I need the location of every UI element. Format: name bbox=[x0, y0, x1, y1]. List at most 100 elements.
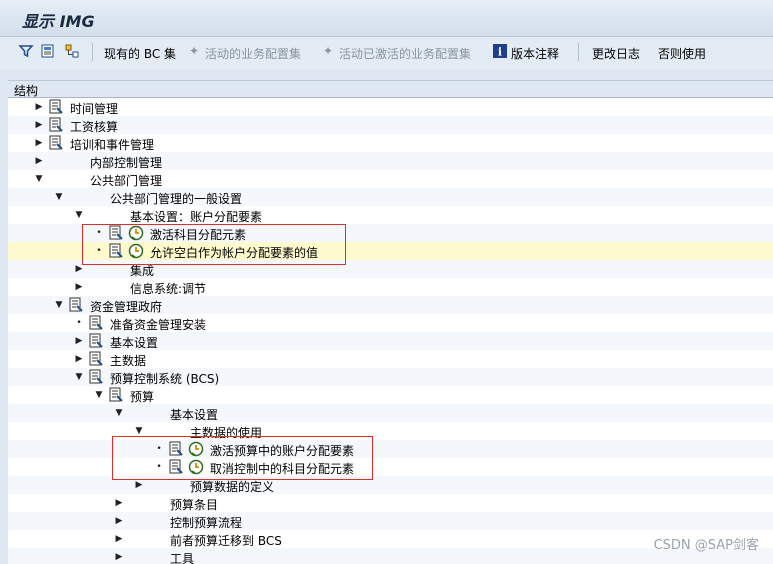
leaf-bullet-icon: • bbox=[156, 444, 162, 454]
activated-bcsets-button[interactable]: 活动已激活的业务配置集 bbox=[339, 45, 471, 62]
tree-node[interactable]: ▶ 预算数据的定义 bbox=[8, 476, 773, 494]
tree-node[interactable]: ▶ 培训和事件管理 bbox=[8, 134, 773, 152]
execute-activity-icon[interactable] bbox=[128, 225, 144, 241]
collapse-arrow-icon[interactable]: ▼ bbox=[94, 386, 104, 404]
tree-node-label[interactable]: 基本设置：账户分配要素 bbox=[130, 208, 262, 225]
usage-button[interactable]: 否则使用 bbox=[658, 45, 706, 62]
collapse-arrow-icon[interactable]: ▼ bbox=[114, 404, 124, 422]
expand-arrow-icon[interactable]: ▶ bbox=[74, 350, 84, 368]
execute-activity-icon[interactable] bbox=[188, 459, 204, 475]
expand-arrow-icon[interactable]: ▶ bbox=[114, 530, 124, 548]
tree-node-label[interactable]: 时间管理 bbox=[70, 100, 118, 117]
documentation-icon[interactable] bbox=[48, 117, 64, 133]
tree-node-label[interactable]: 预算数据的定义 bbox=[190, 478, 274, 495]
document-view-icon[interactable] bbox=[40, 43, 56, 59]
tree-node-label[interactable]: 信息系统:调节 bbox=[130, 280, 206, 297]
change-log-button[interactable]: 更改日志 bbox=[592, 45, 640, 62]
tree-node-label[interactable]: 预算控制系统 (BCS) bbox=[110, 370, 219, 387]
tree-node[interactable]: ▶ 时间管理 bbox=[8, 98, 773, 116]
expand-arrow-icon[interactable]: ▶ bbox=[114, 512, 124, 530]
tree-node-label[interactable]: 公共部门管理 bbox=[90, 172, 162, 189]
tree-node[interactable]: ▶ 预算条目 bbox=[8, 494, 773, 512]
tree-node-label[interactable]: 预算 bbox=[130, 388, 154, 405]
collapse-arrow-icon[interactable]: ▼ bbox=[134, 422, 144, 440]
tree-node-label[interactable]: 激活科目分配元素 bbox=[150, 226, 246, 243]
tree-node[interactable]: ▶ 主数据 bbox=[8, 350, 773, 368]
tree-node[interactable]: ▶ 工资核算 bbox=[8, 116, 773, 134]
tree-node-label[interactable]: 培训和事件管理 bbox=[70, 136, 154, 153]
expand-arrow-icon[interactable]: ▶ bbox=[74, 332, 84, 350]
documentation-icon[interactable] bbox=[108, 225, 124, 241]
tree-node[interactable]: ▶ 基本设置 bbox=[8, 332, 773, 350]
execute-activity-icon[interactable] bbox=[188, 441, 204, 457]
tree-node[interactable]: ▼ 基本设置 bbox=[8, 404, 773, 422]
tree-node[interactable]: ▼ 预算 bbox=[8, 386, 773, 404]
documentation-icon[interactable] bbox=[88, 369, 104, 385]
documentation-icon[interactable] bbox=[48, 99, 64, 115]
tree-node-label[interactable]: 资金管理政府 bbox=[90, 298, 162, 315]
expand-arrow-icon[interactable]: ▶ bbox=[34, 134, 44, 152]
structure-icon[interactable] bbox=[64, 43, 80, 59]
tree-node-label[interactable]: 基本设置 bbox=[170, 406, 218, 423]
execute-activity-icon[interactable] bbox=[128, 243, 144, 259]
documentation-icon[interactable] bbox=[88, 315, 104, 331]
bc-sets-button[interactable]: 现有的 BC 集 bbox=[104, 45, 176, 62]
tree-node[interactable]: ▼ 基本设置：账户分配要素 bbox=[8, 206, 773, 224]
expand-arrow-icon[interactable]: ▶ bbox=[114, 494, 124, 512]
tree-node-label[interactable]: 激活预算中的账户分配要素 bbox=[210, 442, 354, 459]
collapse-arrow-icon[interactable]: ▼ bbox=[74, 206, 84, 224]
collapse-arrow-icon[interactable]: ▼ bbox=[54, 188, 64, 206]
tree-node-label[interactable]: 集成 bbox=[130, 262, 154, 279]
tree-node[interactable]: ▼ 公共部门管理 bbox=[8, 170, 773, 188]
documentation-icon[interactable] bbox=[108, 243, 124, 259]
documentation-icon[interactable] bbox=[88, 333, 104, 349]
documentation-icon[interactable] bbox=[168, 441, 184, 457]
tree-node[interactable]: ▶ 集成 bbox=[8, 260, 773, 278]
tree-node-label[interactable]: 取消控制中的科目分配元素 bbox=[210, 460, 354, 477]
filter-icon[interactable] bbox=[18, 43, 34, 59]
expand-arrow-icon[interactable]: ▶ bbox=[74, 260, 84, 278]
tree-node-label[interactable]: 主数据的使用 bbox=[190, 424, 262, 441]
documentation-icon[interactable] bbox=[48, 135, 64, 151]
collapse-arrow-icon[interactable]: ▼ bbox=[54, 296, 64, 314]
expand-arrow-icon[interactable]: ▶ bbox=[114, 548, 124, 564]
expand-arrow-icon[interactable]: ▶ bbox=[34, 152, 44, 170]
tree-node[interactable]: • 允许空白作为帐户分配要素的值 bbox=[8, 242, 773, 260]
tree-node[interactable]: ▶ 控制预算流程 bbox=[8, 512, 773, 530]
tree-node-label[interactable]: 基本设置 bbox=[110, 334, 158, 351]
collapse-arrow-icon[interactable]: ▼ bbox=[74, 368, 84, 386]
tree-node[interactable]: • 激活科目分配元素 bbox=[8, 224, 773, 242]
tree-node-label[interactable]: 预算条目 bbox=[170, 496, 218, 513]
tree-node[interactable]: ▼ 预算控制系统 (BCS) bbox=[8, 368, 773, 386]
tree-node-label[interactable]: 工具 bbox=[170, 550, 194, 564]
tree-node[interactable]: ▼ 主数据的使用 bbox=[8, 422, 773, 440]
column-header-label: 结构 bbox=[14, 84, 39, 98]
img-structure-tree: 结构 ▶ 时间管理 ▶ 工资核算 ▶ 培训和事件管理 ▶ 内部控制管理 ▼ 公共部门管理 ▼ 公共部门… bbox=[8, 80, 773, 564]
tree-node-label[interactable]: 准备资金管理安装 bbox=[110, 316, 206, 333]
tree-node[interactable]: ▼ 公共部门管理的一般设置 bbox=[8, 188, 773, 206]
tree-node[interactable]: ▶ 信息系统:调节 bbox=[8, 278, 773, 296]
documentation-icon[interactable] bbox=[168, 459, 184, 475]
release-notes-button[interactable]: 版本注释 bbox=[511, 45, 559, 62]
tree-node-label[interactable]: 工资核算 bbox=[70, 118, 118, 135]
expand-arrow-icon[interactable]: ▶ bbox=[74, 278, 84, 296]
tree-node-label[interactable]: 允许空白作为帐户分配要素的值 bbox=[150, 244, 318, 261]
tree-node[interactable]: ▼ 资金管理政府 bbox=[8, 296, 773, 314]
tree-node-label[interactable]: 控制预算流程 bbox=[170, 514, 242, 531]
expand-arrow-icon[interactable]: ▶ bbox=[134, 476, 144, 494]
expand-arrow-icon[interactable]: ▶ bbox=[34, 116, 44, 134]
tree-node[interactable]: • 取消控制中的科目分配元素 bbox=[8, 458, 773, 476]
documentation-icon[interactable] bbox=[108, 387, 124, 403]
tree-node[interactable]: ▶ 内部控制管理 bbox=[8, 152, 773, 170]
active-bcsets-button[interactable]: 活动的业务配置集 bbox=[205, 45, 301, 62]
tree-node-label[interactable]: 公共部门管理的一般设置 bbox=[110, 190, 242, 207]
collapse-arrow-icon[interactable]: ▼ bbox=[34, 170, 44, 188]
tree-node[interactable]: • 准备资金管理安装 bbox=[8, 314, 773, 332]
documentation-icon[interactable] bbox=[68, 297, 84, 313]
tree-node-label[interactable]: 内部控制管理 bbox=[90, 154, 162, 171]
documentation-icon[interactable] bbox=[88, 351, 104, 367]
tree-node-label[interactable]: 主数据 bbox=[110, 352, 146, 369]
tree-node-label[interactable]: 前者预算迁移到 BCS bbox=[170, 532, 282, 549]
tree-node[interactable]: • 激活预算中的账户分配要素 bbox=[8, 440, 773, 458]
expand-arrow-icon[interactable]: ▶ bbox=[34, 98, 44, 116]
